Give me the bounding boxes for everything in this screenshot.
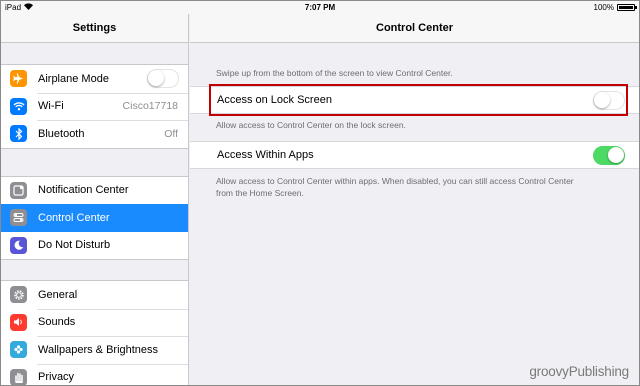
within-apps-footer-line1: Allow access to Control Center within ap… — [216, 176, 574, 186]
sidebar-item-label: Control Center — [38, 211, 110, 224]
bluetooth-icon — [10, 125, 27, 143]
moon-icon — [10, 236, 27, 254]
control-center-icon — [10, 209, 27, 227]
lock-screen-toggle[interactable] — [593, 90, 625, 110]
sidebar-group-connectivity: Airplane Mode Wi-Fi Cisco17718 Bluetooth… — [1, 64, 188, 149]
settings-sidebar: Settings Airplane Mode Wi-Fi Cisco17718 … — [1, 14, 189, 385]
sidebar-item-label: Sounds — [38, 316, 76, 329]
wifi-network-value: Cisco17718 — [122, 100, 178, 113]
sidebar-item-sounds[interactable]: Sounds — [1, 308, 188, 337]
speaker-icon — [10, 313, 27, 331]
sidebar-item-label: Do Not Disturb — [38, 239, 111, 252]
sidebar-group-centers: Notification Center Control Center Do No… — [1, 175, 188, 260]
sidebar-group-device: General Sounds Wallpapers & Brightness P… — [1, 280, 188, 385]
within-apps-footer: Allow access to Control Center within ap… — [190, 175, 639, 199]
bluetooth-value: Off — [164, 127, 178, 140]
wifi-icon — [10, 97, 27, 115]
airplane-mode-toggle[interactable] — [147, 69, 179, 89]
sidebar-item-label: Wi-Fi — [38, 100, 64, 113]
sidebar-item-bluetooth[interactable]: Bluetooth Off — [1, 120, 188, 148]
status-time: 7:07 PM — [304, 3, 336, 12]
sidebar-item-label: Bluetooth — [38, 127, 85, 140]
sidebar-title: Settings — [1, 14, 188, 43]
sidebar-item-label: Wallpapers & Brightness — [38, 343, 159, 356]
sidebar-item-general[interactable]: General — [1, 281, 188, 309]
within-apps-label: Access Within Apps — [217, 149, 314, 161]
notification-center-icon — [10, 181, 27, 199]
battery-percent: 100% — [593, 3, 614, 12]
wallpaper-icon — [10, 341, 27, 359]
battery-icon — [617, 4, 637, 11]
sidebar-item-notification-center[interactable]: Notification Center — [1, 177, 188, 205]
within-apps-footer-line2: from the Home Screen. — [216, 188, 304, 198]
sidebar-item-wifi[interactable]: Wi-Fi Cisco17718 — [1, 92, 188, 121]
lock-screen-footer: Allow access to Control Center on the lo… — [216, 120, 406, 130]
sidebar-item-label: Airplane Mode — [38, 72, 109, 85]
gear-icon — [10, 286, 27, 304]
status-bar: iPad 7:07 PM 100% — [1, 1, 639, 14]
lock-screen-row[interactable]: Access on Lock Screen — [190, 84, 639, 116]
sidebar-item-label: Notification Center — [38, 184, 129, 197]
intro-text: Swipe up from the bottom of the screen t… — [216, 68, 453, 78]
sidebar-item-label: Privacy — [38, 371, 75, 384]
airplane-icon — [10, 70, 27, 88]
sidebar-item-wallpapers-brightness[interactable]: Wallpapers & Brightness — [1, 336, 188, 364]
lock-screen-label: Access on Lock Screen — [217, 94, 332, 106]
within-apps-toggle[interactable] — [593, 145, 625, 165]
sidebar-item-label: General — [38, 288, 78, 301]
within-apps-row[interactable]: Access Within Apps — [190, 141, 639, 169]
sidebar-item-control-center[interactable]: Control Center — [1, 204, 188, 232]
status-right: 100% — [593, 3, 637, 12]
sidebar-item-do-not-disturb[interactable]: Do Not Disturb — [1, 232, 188, 260]
sidebar-item-airplane-mode[interactable]: Airplane Mode — [1, 65, 188, 93]
hand-icon — [10, 368, 27, 385]
sidebar-item-privacy[interactable]: Privacy — [1, 363, 188, 385]
page-title: Control Center — [190, 14, 639, 43]
ipad-screen: iPad 7:07 PM 100% Settings Airplane Mode — [0, 0, 640, 386]
control-center-pane: Control Center Swipe up from the bottom … — [190, 14, 639, 385]
watermark: groovyPublishing — [529, 364, 629, 379]
